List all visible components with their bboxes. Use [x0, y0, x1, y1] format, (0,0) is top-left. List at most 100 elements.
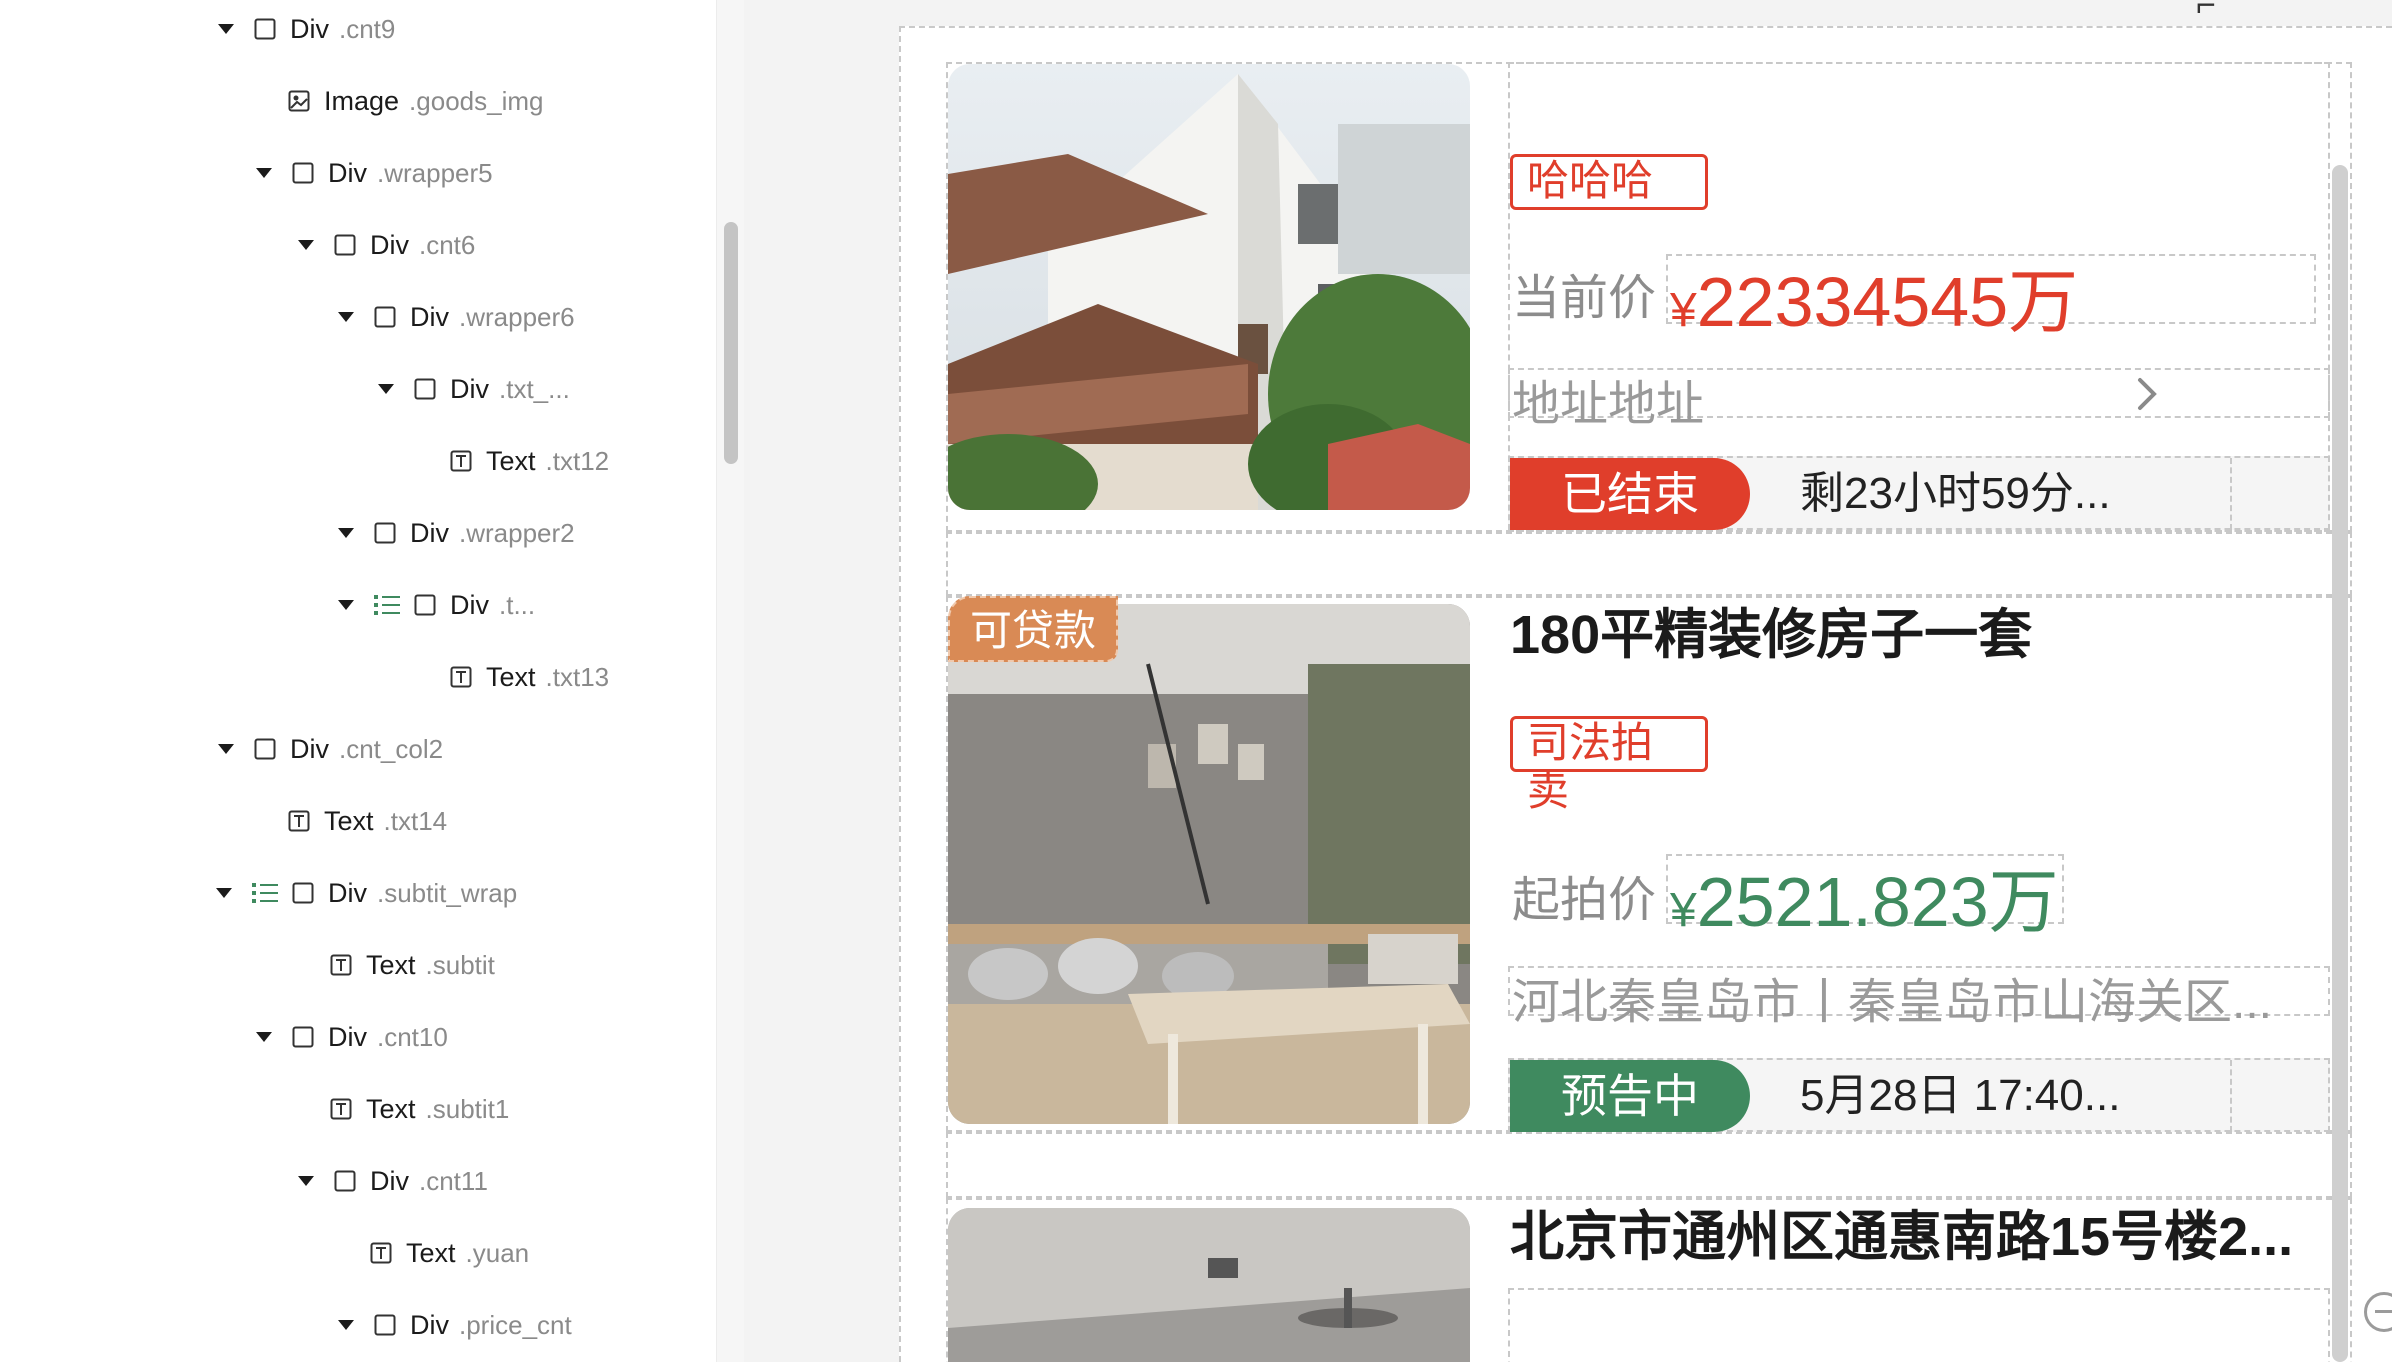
auction-status-bar: 已结束 剩23小时59分... [1508, 456, 2330, 530]
tree-node-row[interactable]: Text .subtit1 [0, 1084, 700, 1134]
tree-node-row[interactable]: Div .wrapper6 [0, 292, 700, 342]
node-class-label: .price_cnt [459, 1309, 572, 1340]
caret-down-icon[interactable] [378, 384, 394, 394]
node-type-label: Div [410, 1309, 449, 1340]
auction-status-bar: 预告中 5月28日 17:40... [1508, 1058, 2330, 1132]
tree-node-row[interactable]: Div .cnt10 [0, 1012, 700, 1062]
price-label: 起拍价 [1512, 874, 1657, 927]
tree-node-row[interactable]: Text .txt12 [0, 436, 700, 486]
node-class-label: .txt14 [383, 805, 448, 836]
device-top-edge-glyph: ⌐ [2196, 0, 2216, 24]
text-icon [288, 810, 310, 832]
listing-title[interactable]: 北京市通州区通惠南路15号楼2... [1510, 1192, 2330, 1271]
caret-down-icon[interactable] [218, 744, 234, 754]
node-type-label: Image [324, 85, 400, 116]
card-gap-outline [946, 532, 2352, 596]
div-box-icon [254, 738, 276, 760]
yen-symbol: ¥ [1670, 884, 1697, 937]
caret-down-icon[interactable] [338, 1320, 354, 1330]
current-price: ¥22334545万 [1670, 246, 2078, 347]
tree-node-row[interactable]: Text .txt13 [0, 652, 700, 702]
tree-node-row[interactable]: Div .t... [0, 580, 700, 630]
starting-price: ¥2521.823万 [1670, 846, 2059, 947]
listing-card-2[interactable]: 可贷款 180平精装修房子一套 司法拍卖 起拍价 ¥2521.823万 河北秦皇… [946, 596, 2352, 1132]
node-type-label: Text [324, 805, 374, 836]
div-box-icon [334, 234, 356, 256]
tree-node-row[interactable]: Div .cnt9 [0, 4, 700, 54]
node-type-label: Div [290, 733, 329, 764]
caret-down-icon[interactable] [298, 1176, 314, 1186]
caret-down-icon[interactable] [256, 1032, 272, 1042]
caret-down-icon[interactable] [298, 240, 314, 250]
tree-node-row[interactable]: Text .txt14 [0, 796, 700, 846]
node-type-label: Text [366, 1093, 416, 1124]
price-value: 2521.823万 [1696, 863, 2059, 941]
listing-title[interactable]: 180平精装修房子一套 [1510, 590, 2330, 669]
caret-down-icon[interactable] [338, 312, 354, 322]
node-class-label: .cnt9 [339, 13, 396, 44]
price-value: 22334545万 [1696, 263, 2079, 341]
node-class-label: .t... [499, 589, 536, 620]
div-box-icon [334, 1170, 356, 1192]
preview-scrollbar-thumb[interactable] [2332, 165, 2348, 1362]
node-type-label: Div [450, 589, 489, 620]
node-type-label: Div [290, 13, 329, 44]
tree-node-row[interactable]: Div .cnt6 [0, 220, 700, 270]
list-loop-icon [374, 593, 400, 617]
div-box-icon [292, 882, 314, 904]
node-type-label: Div [370, 229, 409, 260]
div-box-icon [414, 594, 436, 616]
status-start-time: 5月28日 17:40... [1800, 1071, 2121, 1120]
status-countdown: 剩23小时59分... [1800, 469, 2111, 518]
node-type-label: Div [370, 1165, 409, 1196]
listing-photo-interior[interactable] [948, 1208, 1470, 1362]
tree-node-row[interactable]: Text .subtit [0, 940, 700, 990]
tree-node-row[interactable]: Div .subtit_wrap [0, 868, 700, 918]
tree-node-row[interactable]: Image .goods_img [0, 76, 700, 126]
loan-available-badge: 可贷款 [948, 596, 1119, 662]
tree-node-row[interactable]: Div .price_cnt [0, 1300, 700, 1350]
tree-node-row[interactable]: Div .txt_... [0, 364, 700, 414]
div-box-icon [254, 18, 276, 40]
tree-node-row[interactable]: Div .wrapper5 [0, 148, 700, 198]
card-gap-outline [946, 1132, 2352, 1198]
tree-node-row[interactable]: Text .yuan [0, 1228, 700, 1278]
price-label: 当前价 [1512, 272, 1657, 325]
node-type-label: Text [486, 445, 536, 476]
div-box-icon [374, 1314, 396, 1336]
node-type-label: Div [328, 157, 367, 188]
caret-down-icon[interactable] [338, 528, 354, 538]
caret-down-icon[interactable] [338, 600, 354, 610]
text-icon [330, 954, 352, 976]
node-class-label: .subtit1 [425, 1093, 510, 1124]
caret-down-icon[interactable] [218, 24, 234, 34]
node-type-label: Div [410, 301, 449, 332]
caret-down-icon[interactable] [216, 888, 232, 898]
node-class-label: .cnt_col2 [339, 733, 444, 764]
tree-node-row[interactable]: Div .wrapper2 [0, 508, 700, 558]
listing-card-1[interactable]: 哈哈哈 当前价 ¥22334545万 地址地址 已结束 剩23小时59分... [946, 62, 2352, 532]
node-type-label: Div [410, 517, 449, 548]
listing-photo-living-room[interactable] [948, 604, 1470, 1124]
listing-photo-house-exterior[interactable] [948, 64, 1470, 510]
tree-node-row[interactable]: Div .cnt_col2 [0, 724, 700, 774]
node-class-label: .txt_... [499, 373, 570, 404]
tree-scrollbar-track[interactable] [716, 0, 744, 1362]
address-text: 地址地址 [1512, 378, 1705, 431]
node-class-label: .cnt10 [377, 1021, 448, 1052]
info-column-outline [1508, 1288, 2330, 1362]
listing-tag: 哈哈哈 [1510, 154, 1708, 210]
address-text: 河北秦皇岛市丨秦皇岛市山海关区... [1512, 976, 2273, 1029]
image-icon [288, 90, 310, 112]
node-class-label: .yuan [465, 1237, 530, 1268]
node-class-label: .wrapper2 [459, 517, 575, 548]
listing-card-3[interactable]: 北京市通州区通惠南路15号楼2... [946, 1198, 2352, 1362]
listing-tag: 司法拍卖 [1510, 716, 1708, 814]
chevron-right-icon[interactable] [2132, 374, 2162, 414]
node-type-label: Div [328, 1021, 367, 1052]
tree-node-row[interactable]: Div .cnt11 [0, 1156, 700, 1206]
node-class-label: .subtit_wrap [377, 877, 518, 908]
node-type-label: Text [486, 661, 536, 692]
caret-down-icon[interactable] [256, 168, 272, 178]
tree-scrollbar-thumb[interactable] [724, 222, 738, 464]
